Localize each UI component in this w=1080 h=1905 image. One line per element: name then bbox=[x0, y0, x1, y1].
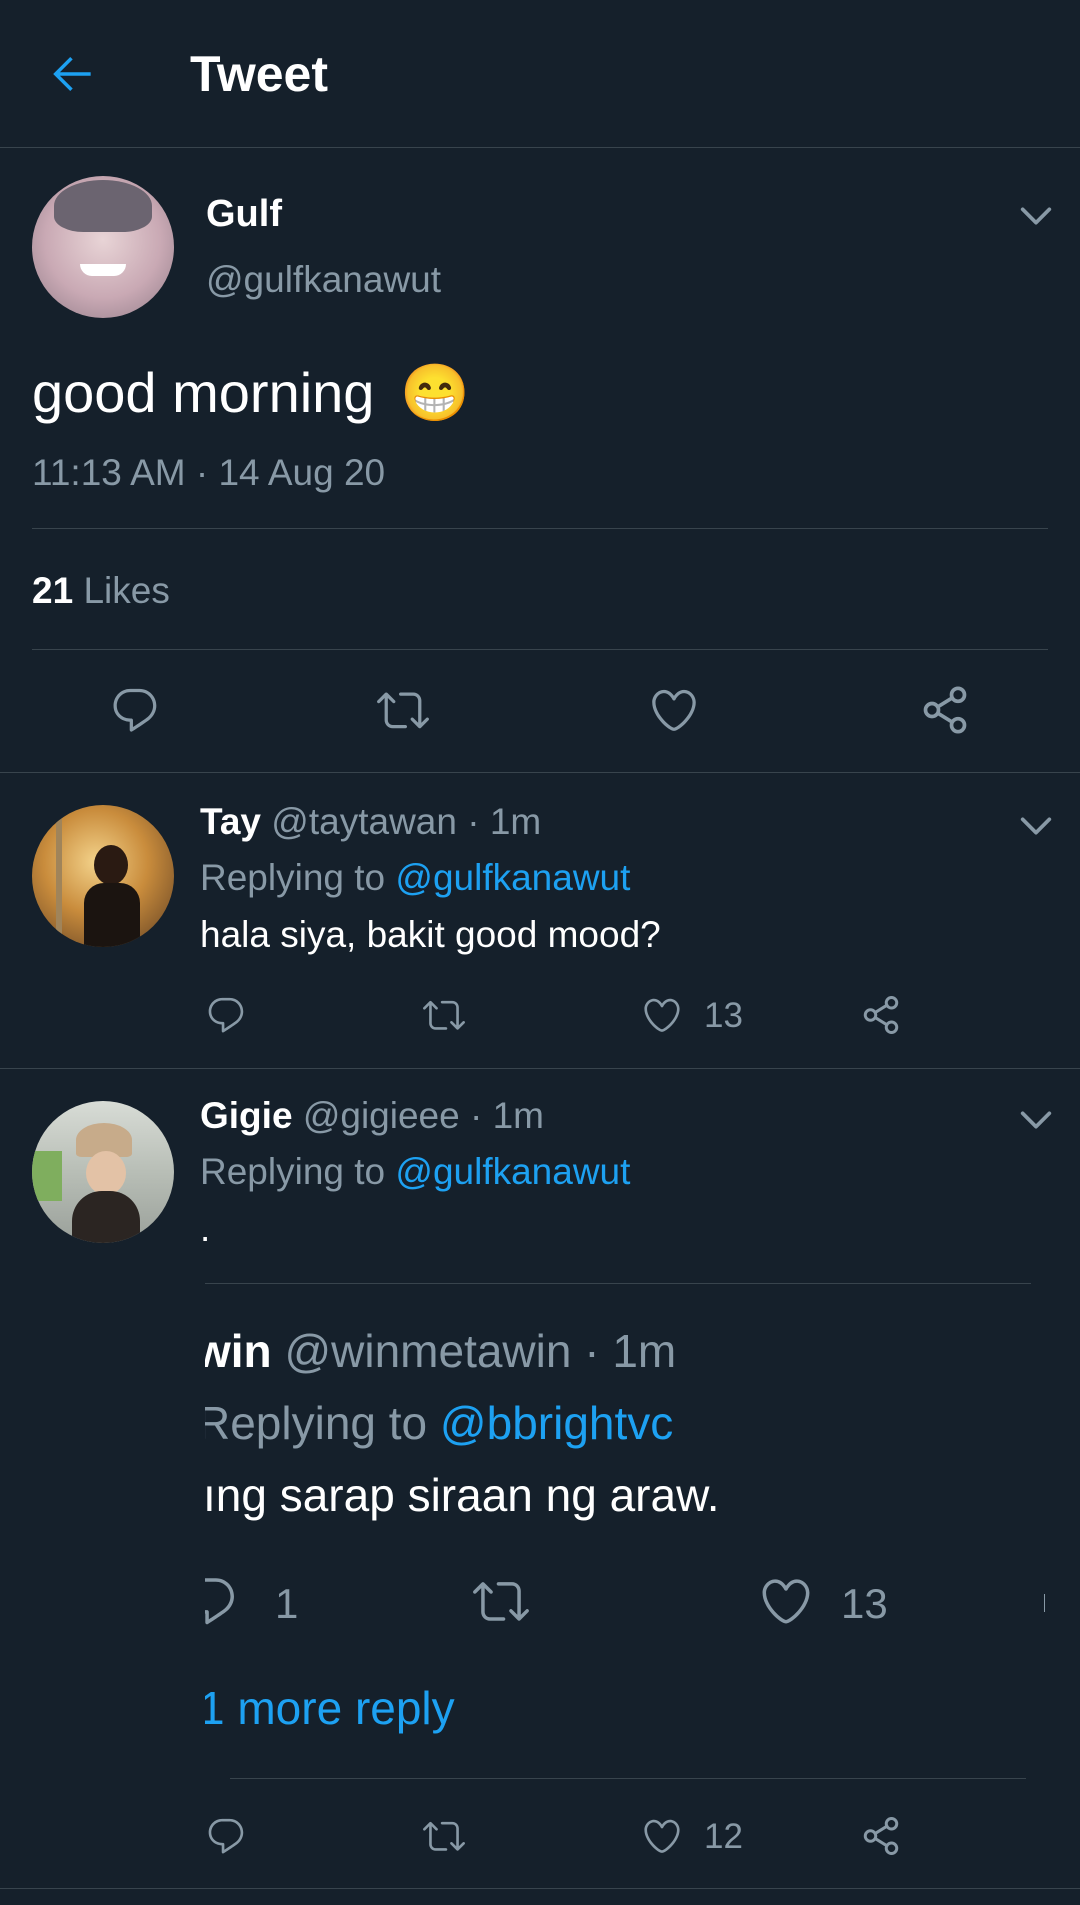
reply-meta: @taytawan · 1m bbox=[271, 801, 542, 842]
screenshot-divider bbox=[205, 1283, 1031, 1284]
reply-author-name[interactable]: Tay bbox=[200, 801, 261, 842]
like-count: 12 bbox=[704, 1817, 743, 1856]
screenshot-edge-mark bbox=[1044, 1594, 1045, 1612]
page-title: Tweet bbox=[190, 46, 328, 102]
header-divider bbox=[0, 147, 1080, 148]
share-icon[interactable] bbox=[919, 684, 971, 736]
replying-handle-link[interactable]: @gulfkanawut bbox=[395, 857, 630, 898]
reply-icon bbox=[205, 1573, 239, 1629]
replying-prefix: Replying to bbox=[200, 857, 386, 898]
replying-prefix: Replying to bbox=[200, 1151, 386, 1192]
reply-author-name[interactable]: Gigie bbox=[200, 1095, 293, 1136]
chevron-down-icon[interactable] bbox=[1016, 196, 1056, 236]
tweet-timestamp: 11:13 AM · 14 Aug 20 bbox=[32, 452, 386, 493]
replying-handle-link[interactable]: @gulfkanawut bbox=[395, 1151, 630, 1192]
reply-text: hala siya, bakit good mood? bbox=[200, 914, 661, 955]
divider bbox=[0, 1888, 1080, 1889]
chevron-down-icon[interactable] bbox=[1016, 806, 1056, 846]
grinning-emoji: 😁 bbox=[400, 361, 470, 424]
likes-count: 21 bbox=[32, 570, 74, 611]
like-icon[interactable] bbox=[648, 684, 700, 736]
reply-header: Gigie @gigieee · 1m bbox=[200, 1095, 544, 1137]
avatar-gulf[interactable] bbox=[32, 176, 174, 318]
screenshot-replying-to: Replying to @bbrightvc bbox=[205, 1396, 673, 1450]
screenshot-divider bbox=[230, 1778, 1026, 1779]
screenshot-text: ıng sarap siraan ng araw. bbox=[205, 1469, 720, 1521]
likes-label: Likes bbox=[83, 570, 170, 611]
share-icon[interactable] bbox=[860, 994, 902, 1036]
replying-to: Replying to @gulfkanawut bbox=[200, 1151, 630, 1193]
avatar-tay[interactable] bbox=[32, 805, 174, 947]
retweet-icon[interactable] bbox=[423, 994, 465, 1036]
divider bbox=[32, 649, 1048, 650]
tweet-text-body: good morning bbox=[32, 361, 375, 424]
screenshot-meta: @winmetawin · 1m bbox=[284, 1325, 677, 1377]
divider bbox=[0, 1068, 1080, 1069]
back-arrow-icon bbox=[53, 56, 91, 92]
chevron-down-icon[interactable] bbox=[1016, 1100, 1056, 1140]
screenshot-author-name: win bbox=[205, 1325, 272, 1377]
author-name[interactable]: Gulf bbox=[206, 193, 282, 236]
retweet-icon[interactable] bbox=[423, 1815, 465, 1857]
replying-to: Replying to @gulfkanawut bbox=[200, 857, 630, 899]
screenshot-more-replies: 1 more reply bbox=[205, 1682, 455, 1734]
reply-icon[interactable] bbox=[109, 684, 161, 736]
reply-meta: @gigieee · 1m bbox=[302, 1095, 544, 1136]
like-icon bbox=[758, 1573, 814, 1629]
like-icon[interactable] bbox=[641, 994, 683, 1036]
tweet-text: good morning 😁 bbox=[32, 358, 470, 428]
screenshot-header: win @winmetawin · 1m bbox=[205, 1324, 676, 1378]
screenshot-reply-count: 1 bbox=[275, 1580, 299, 1627]
likes-stat[interactable]: 21 Likes bbox=[32, 570, 170, 612]
reply-header: Tay @taytawan · 1m bbox=[200, 801, 541, 843]
back-button[interactable] bbox=[44, 46, 100, 102]
screenshot-replying-handle: @bbrightvc bbox=[439, 1397, 674, 1449]
retweet-icon[interactable] bbox=[377, 684, 429, 736]
divider bbox=[0, 772, 1080, 773]
reply-icon[interactable] bbox=[205, 1815, 247, 1857]
screenshot-like-count: 13 bbox=[841, 1580, 888, 1627]
like-icon[interactable] bbox=[641, 1815, 683, 1857]
screenshot-replying-prefix: Replying to bbox=[205, 1397, 428, 1449]
like-count: 13 bbox=[704, 996, 743, 1035]
attached-screenshot-image[interactable]: win @winmetawin · 1m Replying to @bbrigh… bbox=[205, 1280, 1045, 1790]
avatar-gigie[interactable] bbox=[32, 1101, 174, 1243]
divider bbox=[32, 528, 1048, 529]
retweet-icon bbox=[473, 1573, 529, 1629]
reply-icon[interactable] bbox=[205, 994, 247, 1036]
share-icon[interactable] bbox=[860, 1815, 902, 1857]
author-handle[interactable]: @gulfkanawut bbox=[206, 259, 441, 301]
reply-text: . bbox=[200, 1208, 211, 1249]
